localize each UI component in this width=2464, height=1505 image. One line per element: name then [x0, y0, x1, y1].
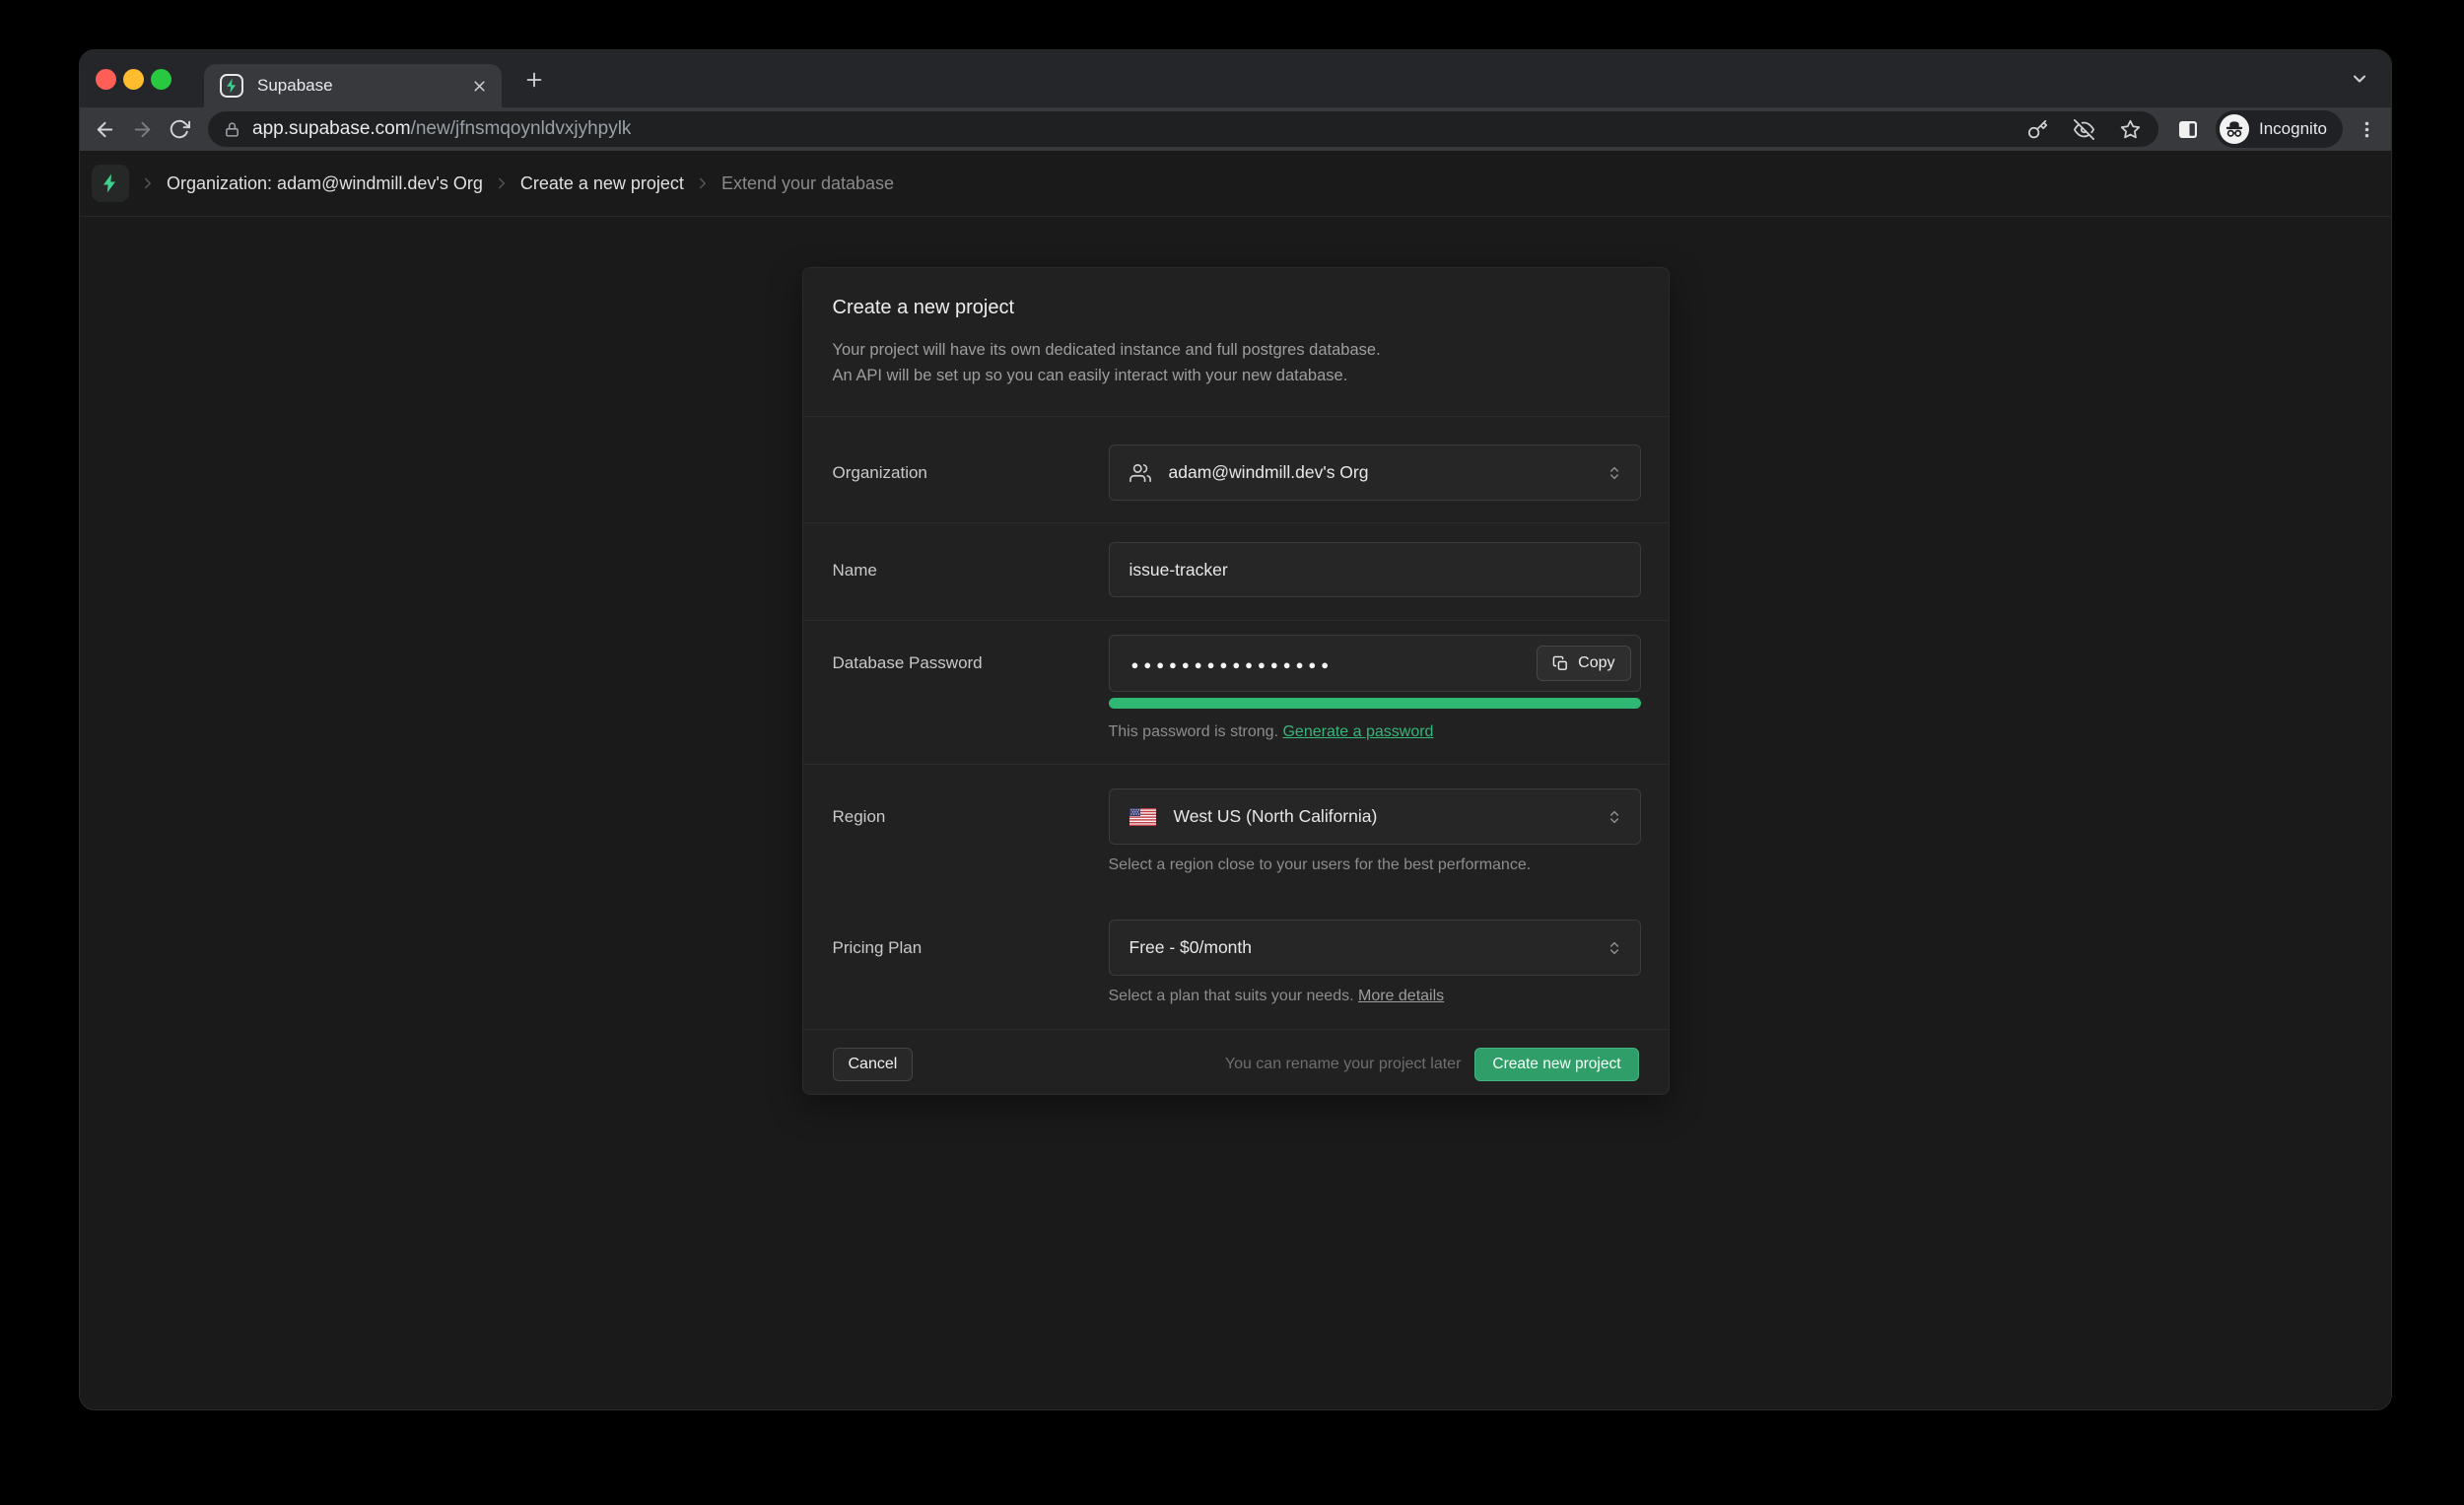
- minimize-window-button[interactable]: [123, 69, 144, 90]
- incognito-badge: Incognito: [2216, 110, 2343, 148]
- generate-password-link[interactable]: Generate a password: [1282, 723, 1433, 740]
- breadcrumb-item-create-project[interactable]: Create a new project: [520, 173, 684, 194]
- pricing-helper-message: Select a plan that suits your needs.: [1109, 988, 1354, 1004]
- pricing-label: Pricing Plan: [833, 920, 1109, 1007]
- region-label: Region: [833, 788, 1109, 876]
- tab-strip: Supabase: [80, 50, 2391, 107]
- supabase-favicon-icon: [218, 72, 245, 100]
- address-bar[interactable]: app.supabase.com/new/jfnsmqoynldvxjyhpyl…: [208, 111, 2158, 147]
- organization-select[interactable]: adam@windmill.dev's Org: [1109, 445, 1641, 501]
- region-row: Region: [803, 765, 1669, 876]
- description-line-2: An API will be set up so you can easily …: [833, 363, 1639, 388]
- password-strength-text: This password is strong. Generate a pass…: [1109, 720, 1641, 744]
- copy-icon: [1552, 655, 1569, 672]
- password-strength-bar: [1109, 698, 1641, 709]
- create-new-project-button[interactable]: Create new project: [1474, 1048, 1638, 1081]
- chevron-right-icon: [694, 174, 712, 192]
- pricing-row: Pricing Plan Free - $0/month Select a pl…: [803, 876, 1669, 1030]
- create-project-card: Create a new project Your project will h…: [802, 267, 1670, 1095]
- users-icon: [1129, 462, 1151, 484]
- password-label: Database Password: [833, 635, 1109, 744]
- rename-note: You can rename your project later: [1225, 1056, 1462, 1073]
- strength-message: This password is strong.: [1109, 723, 1279, 740]
- password-key-icon[interactable]: [2027, 119, 2048, 140]
- side-panel-icon[interactable]: [2176, 117, 2200, 141]
- card-description: Your project will have its own dedicated…: [833, 337, 1639, 388]
- project-name-input[interactable]: [1109, 542, 1641, 597]
- eye-off-icon[interactable]: [2074, 119, 2094, 140]
- browser-window: Supabase: [79, 49, 2392, 1410]
- new-tab-button[interactable]: [517, 63, 551, 97]
- region-select[interactable]: West US (North California): [1109, 788, 1641, 845]
- browser-toolbar: app.supabase.com/new/jfnsmqoynldvxjyhpyl…: [80, 107, 2391, 151]
- back-icon[interactable]: [86, 110, 123, 148]
- more-details-link[interactable]: More details: [1358, 988, 1444, 1004]
- tab-close-icon[interactable]: [471, 78, 488, 95]
- name-label: Name: [833, 542, 1109, 598]
- region-helper-text: Select a region close to your users for …: [1109, 855, 1641, 876]
- page-content: Create a new project Your project will h…: [80, 217, 2391, 1409]
- bookmark-star-icon[interactable]: [2120, 119, 2141, 140]
- tab-title: Supabase: [257, 76, 333, 96]
- tab-search-chevron-icon[interactable]: [2350, 69, 2369, 89]
- name-row: Name: [803, 523, 1669, 621]
- incognito-icon: [2220, 114, 2249, 144]
- supabase-logo[interactable]: [92, 165, 129, 202]
- organization-value: adam@windmill.dev's Org: [1169, 462, 1369, 483]
- organization-row: Organization adam@windmill.dev's Org: [803, 417, 1669, 523]
- description-line-1: Your project will have its own dedicated…: [833, 337, 1639, 363]
- cancel-button[interactable]: Cancel: [833, 1048, 914, 1081]
- chevron-right-icon: [139, 174, 157, 192]
- pricing-helper-text: Select a plan that suits your needs. Mor…: [1109, 986, 1641, 1007]
- copy-button[interactable]: Copy: [1537, 646, 1630, 681]
- password-row: Database Password ●●●●●●●●●●●●●●●● Copy: [803, 621, 1669, 765]
- password-input[interactable]: ●●●●●●●●●●●●●●●● Copy: [1109, 635, 1641, 692]
- menu-dots-icon[interactable]: [2357, 119, 2377, 140]
- breadcrumb: Organization: adam@windmill.dev's Org Cr…: [80, 151, 2391, 217]
- card-footer: Cancel You can rename your project later…: [803, 1030, 1669, 1094]
- breadcrumb-item-extend-database: Extend your database: [721, 173, 894, 194]
- forward-icon[interactable]: [123, 110, 161, 148]
- us-flag-icon: [1129, 808, 1156, 826]
- url-domain: app.supabase.com: [252, 118, 411, 139]
- lock-icon: [224, 121, 240, 138]
- pricing-select[interactable]: Free - $0/month: [1109, 920, 1641, 976]
- close-window-button[interactable]: [96, 69, 116, 90]
- chevron-updown-icon: [1607, 940, 1622, 956]
- traffic-lights: [80, 50, 171, 107]
- zoom-window-button[interactable]: [151, 69, 171, 90]
- reload-icon[interactable]: [161, 110, 198, 148]
- incognito-label: Incognito: [2259, 119, 2327, 139]
- organization-label: Organization: [833, 445, 1109, 501]
- chevron-updown-icon: [1607, 465, 1622, 481]
- password-masked-value: ●●●●●●●●●●●●●●●●: [1131, 655, 1335, 672]
- url-text: app.supabase.com/new/jfnsmqoynldvxjyhpyl…: [252, 118, 631, 140]
- url-path: /new/jfnsmqoynldvxjyhpylk: [411, 118, 632, 139]
- breadcrumb-item-organization[interactable]: Organization: adam@windmill.dev's Org: [167, 173, 483, 194]
- browser-tab-supabase[interactable]: Supabase: [204, 64, 502, 107]
- page-title: Create a new project: [833, 294, 1639, 321]
- chevron-updown-icon: [1607, 809, 1622, 825]
- pricing-value: Free - $0/month: [1129, 937, 1253, 958]
- card-header: Create a new project Your project will h…: [803, 268, 1669, 417]
- chevron-right-icon: [493, 174, 511, 192]
- region-value: West US (North California): [1174, 806, 1378, 827]
- copy-button-label: Copy: [1578, 654, 1614, 672]
- supabase-page: Organization: adam@windmill.dev's Org Cr…: [80, 151, 2391, 1409]
- desktop-background: Supabase: [0, 0, 2464, 1505]
